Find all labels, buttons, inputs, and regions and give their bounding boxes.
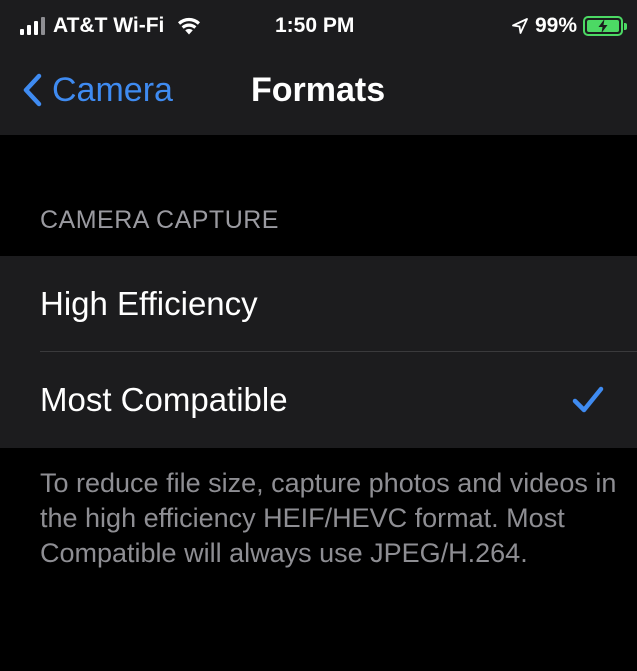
bolt-icon xyxy=(598,19,608,33)
page-title: Formats xyxy=(251,71,386,109)
battery-charging-icon xyxy=(583,16,627,36)
checkmark-icon xyxy=(572,386,604,413)
option-label: High Efficiency xyxy=(40,285,258,322)
formats-settings-screen: AT&T Wi-Fi 1:50 PM 99% Camera Formats CA… xyxy=(0,0,637,671)
status-bar-time: 1:50 PM xyxy=(275,14,355,37)
option-most-compatible[interactable]: Most Compatible xyxy=(0,352,637,448)
carrier-label: AT&T Wi-Fi xyxy=(53,14,165,37)
battery-percent: 99% xyxy=(534,14,577,37)
section-header: CAMERA CAPTURE xyxy=(40,206,279,234)
back-button[interactable]: Camera xyxy=(22,68,173,112)
format-description: To reduce file size, capture photos and … xyxy=(40,468,617,568)
option-high-efficiency[interactable]: High Efficiency xyxy=(0,256,637,352)
status-bar: AT&T Wi-Fi 1:50 PM 99% xyxy=(0,0,637,50)
status-bar-left: AT&T Wi-Fi xyxy=(20,10,202,42)
option-label: Most Compatible xyxy=(40,381,288,418)
wifi-icon xyxy=(178,17,201,35)
format-options-list: High Efficiency Most Compatible xyxy=(0,256,637,448)
status-bar-right: 99% xyxy=(511,10,627,42)
navigation-bar: Camera Formats xyxy=(0,50,637,135)
signal-icon xyxy=(20,17,45,35)
back-button-label: Camera xyxy=(52,71,173,109)
chevron-left-icon xyxy=(23,73,42,107)
location-icon xyxy=(512,18,528,34)
